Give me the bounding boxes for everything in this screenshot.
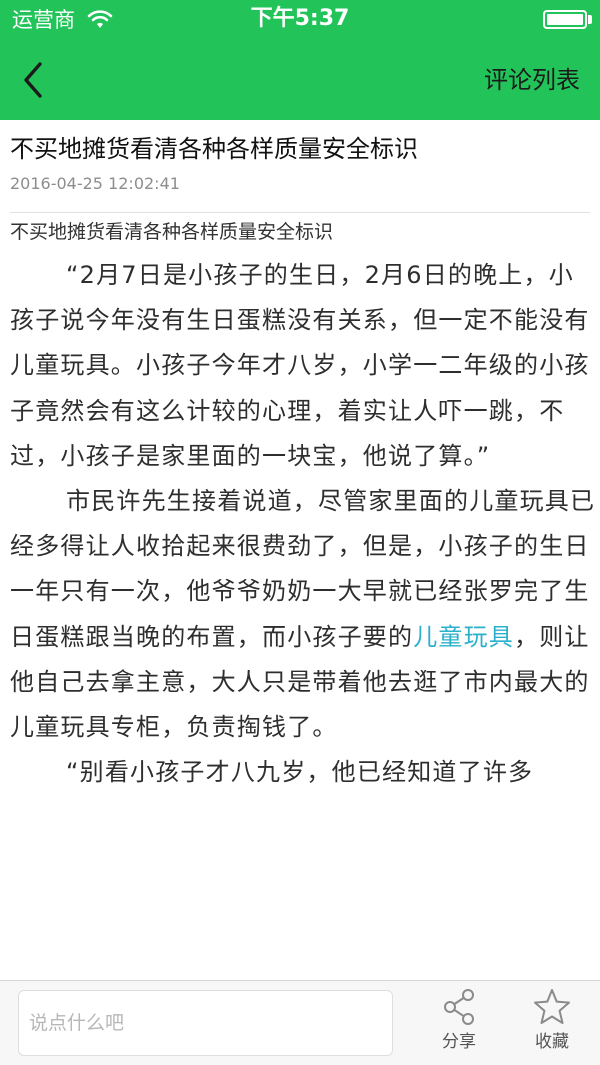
paragraph-1: “2月7日是小孩子的生日，2月6日的晚上，小孩子说今年没有生日蛋糕没有关系，但一…: [10, 261, 590, 470]
article-body[interactable]: 不买地摊货看清各种各样质量安全标识 “2月7日是小孩子的生日，2月6日的晚上，小…: [0, 213, 600, 980]
favorite-button[interactable]: 收藏: [512, 987, 592, 1063]
share-label: 分享: [442, 1032, 476, 1052]
nav-bar: 评论列表: [0, 40, 600, 120]
comment-list-button[interactable]: 评论列表: [484, 62, 580, 98]
comment-box[interactable]: [18, 990, 393, 1056]
status-time: 下午5:37: [250, 6, 350, 31]
bottom-toolbar: 分享 收藏: [0, 980, 600, 1065]
article-subtitle: 不买地摊货看清各种各样质量安全标识: [10, 221, 334, 243]
back-arrow-icon[interactable]: [14, 58, 54, 102]
article-date: 2016-04-25 12:02:41: [10, 174, 180, 193]
paragraph-2: 市民许先生接着说道，尽管家里面的儿童玩具已经多得让人收拾起来很费劲了，但是，小孩…: [10, 479, 596, 750]
share-button[interactable]: 分享: [419, 987, 499, 1063]
share-icon: [419, 987, 499, 1027]
article-title: 不买地摊货看清各种各样质量安全标识: [10, 135, 418, 163]
paragraph-3: “别看小孩子才八九岁，他已经知道了许多: [66, 758, 534, 787]
battery-tip: [588, 15, 592, 24]
top-bar: 运营商 下午5:37 评论列表: [0, 0, 600, 120]
favorite-label: 收藏: [535, 1032, 569, 1052]
article-text: “2月7日是小孩子的生日，2月6日的晚上，小孩子说今年没有生日蛋糕没有关系，但一…: [10, 253, 596, 795]
toy-link[interactable]: 儿童玩具: [413, 623, 514, 651]
battery-icon: [543, 10, 587, 29]
comment-input[interactable]: [19, 991, 392, 1055]
star-icon: [512, 987, 592, 1027]
status-bar: 运营商 下午5:37: [0, 0, 600, 40]
article-header: 不买地摊货看清各种各样质量安全标识 2016-04-25 12:02:41: [0, 120, 600, 212]
